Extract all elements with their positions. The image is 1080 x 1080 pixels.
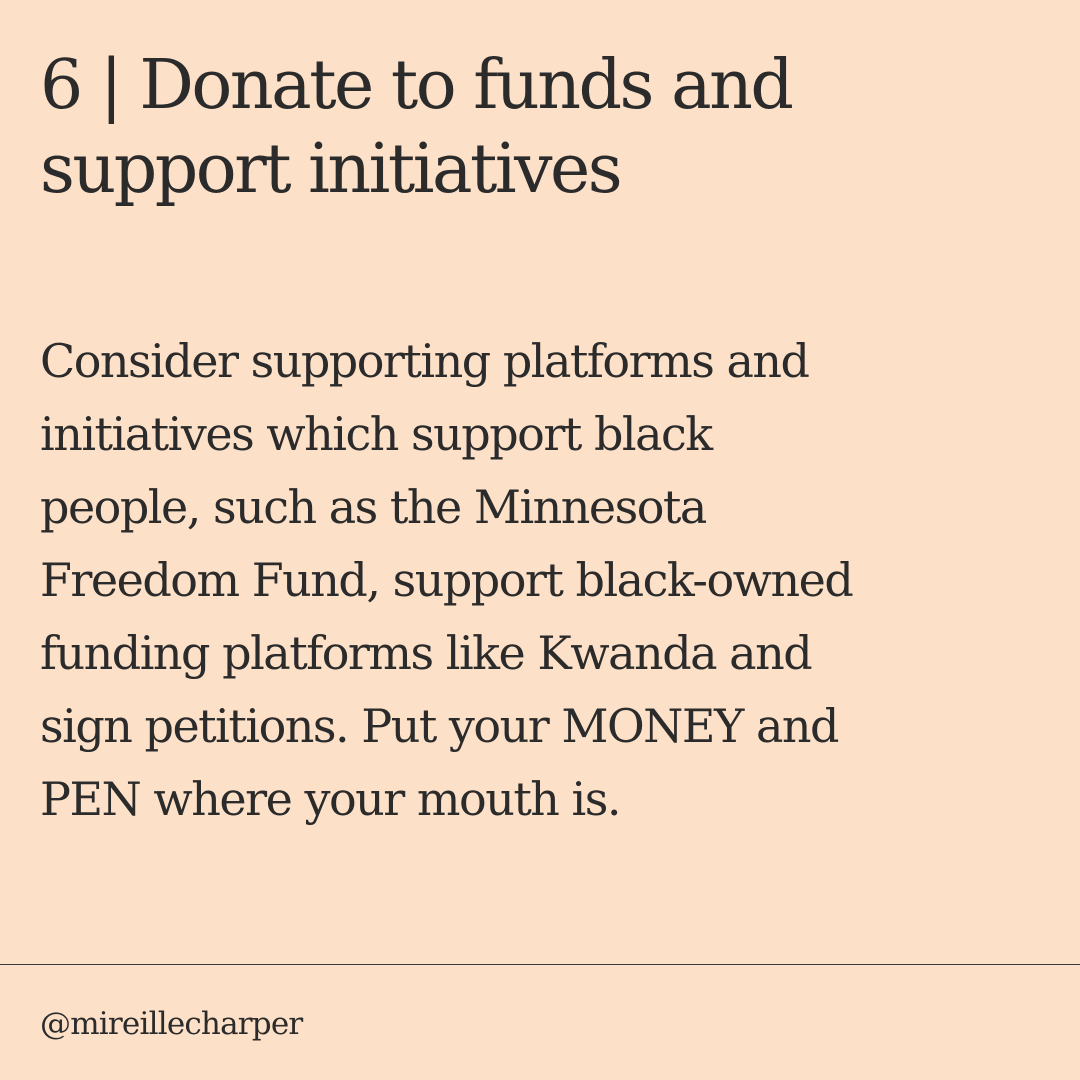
body-line: Freedom Fund, support black-owned bbox=[40, 553, 854, 607]
author-handle: @mireillecharper bbox=[40, 1006, 303, 1042]
slide-heading: 6 | Donate to funds and support initiati… bbox=[40, 44, 1050, 212]
footer-divider bbox=[0, 964, 1080, 965]
body-text: Consider supporting platforms and initia… bbox=[40, 325, 1060, 836]
body-line: funding platforms like Kwanda and bbox=[40, 626, 813, 680]
body-line: initiatives which support black bbox=[40, 407, 713, 461]
heading-line: 6 | Donate to funds and bbox=[40, 46, 794, 125]
body-line: sign petitions. Put your MONEY and bbox=[40, 699, 839, 753]
heading-line: support initiatives bbox=[40, 130, 623, 209]
body-line: PEN where your mouth is. bbox=[40, 772, 622, 826]
body-line: Consider supporting platforms and bbox=[40, 334, 810, 388]
slide: 6 | Donate to funds and support initiati… bbox=[0, 0, 1080, 1080]
body-line: people, such as the Minnesota bbox=[40, 480, 707, 534]
